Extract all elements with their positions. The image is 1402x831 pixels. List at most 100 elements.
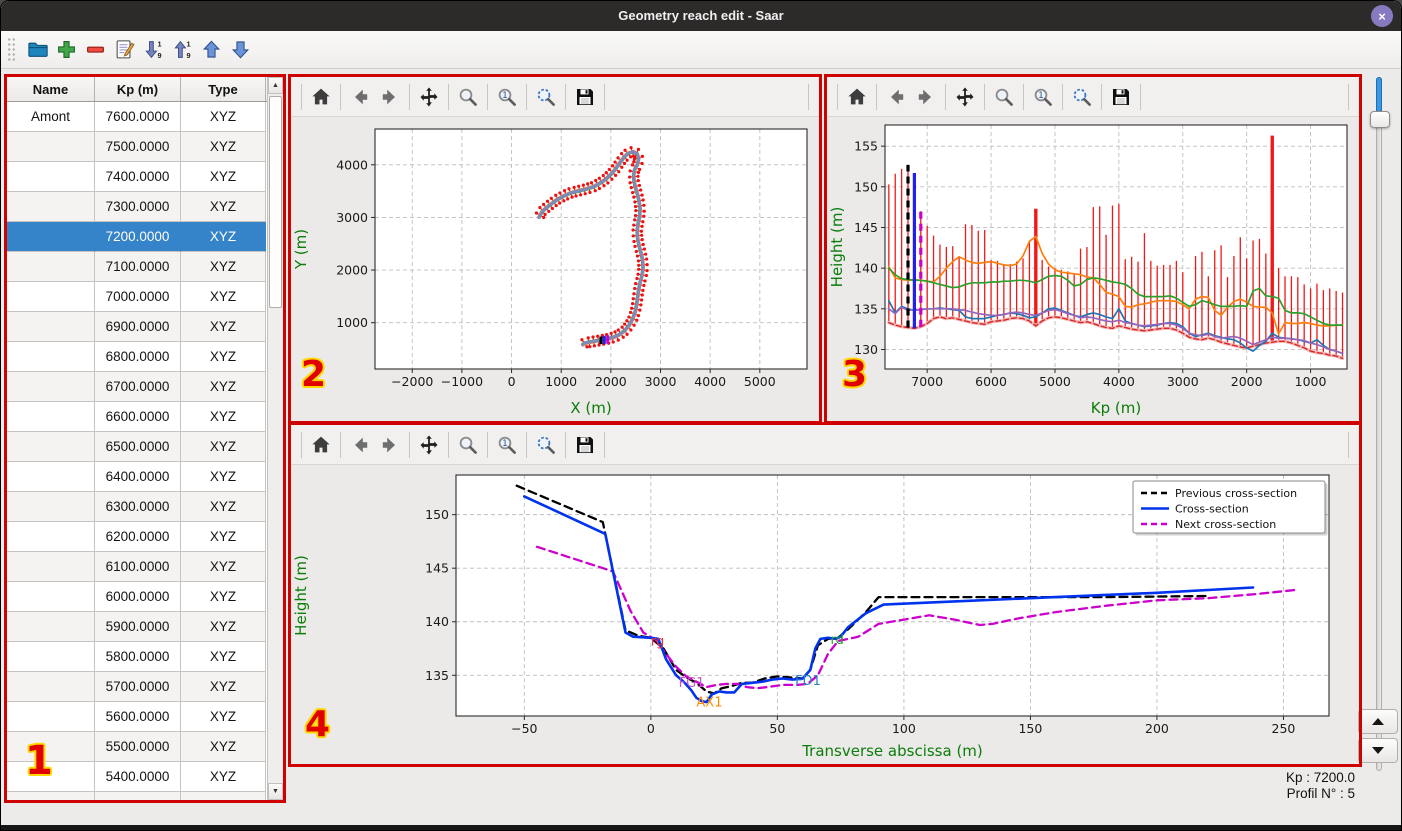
column-header-kp-m[interactable]: Kp (m) — [95, 77, 181, 101]
back-button[interactable] — [345, 82, 375, 112]
x-tick-label: 7000 — [911, 374, 943, 389]
save-button[interactable] — [570, 82, 600, 112]
legend-label: Next cross-section — [1175, 518, 1276, 531]
edit-profile-button[interactable] — [111, 36, 138, 63]
next-profile-button[interactable] — [1358, 738, 1398, 763]
previous-profile-button[interactable] — [1358, 709, 1398, 734]
scroll-down-button[interactable]: ▼ — [268, 783, 283, 800]
home-button[interactable] — [306, 82, 336, 112]
longitudinal-profile-panel: 1 7000 6000 5000 4000 3000 2000 1000 130 135 140 1… — [824, 74, 1362, 424]
home-button[interactable] — [306, 430, 336, 460]
table-row[interactable]: Amont 7600.0000 XYZ — [7, 102, 283, 132]
slider-handle[interactable] — [1370, 111, 1390, 128]
toolbar-grip[interactable] — [7, 36, 16, 63]
cell-empty — [95, 792, 181, 800]
cell-type: XYZ — [181, 702, 266, 732]
table-row[interactable]: 7200.0000 XYZ — [7, 222, 283, 252]
zoom-extents-button[interactable] — [1067, 82, 1097, 112]
table-row[interactable]: 5400.0000 XYZ — [7, 762, 283, 792]
magnifier-icon — [993, 86, 1015, 108]
cell-type: XYZ — [181, 342, 266, 372]
x-tick-label: −2000 — [391, 374, 433, 389]
zoom-one-button[interactable]: 1 — [492, 82, 522, 112]
y-tick-label: 150 — [854, 179, 878, 194]
toolbar-separator — [1062, 83, 1063, 110]
save-button[interactable] — [1106, 82, 1136, 112]
point-label-fg1: FG1 — [679, 676, 705, 691]
table-row[interactable]: 7100.0000 XYZ — [7, 252, 283, 282]
cell-type: XYZ — [181, 762, 266, 792]
plus-icon — [56, 39, 77, 60]
add-profile-button[interactable] — [53, 36, 80, 63]
longitudinal-profile-plot[interactable]: 7000 6000 5000 4000 3000 2000 1000 130 135 140 145… — [827, 117, 1359, 421]
scroll-up-button[interactable]: ▲ — [268, 77, 283, 94]
home-button[interactable] — [842, 82, 872, 112]
profiles-panel: Name Kp (m) Type Amont 7600.0000 XYZ 7500.000… — [4, 74, 286, 803]
plan-view-plot[interactable]: −2000 −1000 0 1000 2000 3000 4000 5000 1000 2000 3… — [291, 117, 819, 421]
table-row[interactable]: 5800.0000 XYZ — [7, 642, 283, 672]
forward-button[interactable] — [375, 82, 405, 112]
table-row[interactable]: 6900.0000 XYZ — [7, 312, 283, 342]
table-row[interactable]: 6200.0000 XYZ — [7, 522, 283, 552]
table-row[interactable]: 7400.0000 XYZ — [7, 162, 283, 192]
table-row[interactable]: 6700.0000 XYZ — [7, 372, 283, 402]
move-up-button[interactable] — [198, 36, 225, 63]
table-row[interactable]: 5500.0000 XYZ — [7, 732, 283, 762]
cross-section-plot[interactable]: rg rd FG1 FD1 AX1 Previous cross-section Cross… — [291, 465, 1359, 764]
table-row[interactable]: 7500.0000 XYZ — [7, 132, 283, 162]
table-scrollbar[interactable]: ▲ ▼ — [267, 77, 283, 800]
back-button[interactable] — [345, 430, 375, 460]
sort-descending-button[interactable]: 19 — [140, 36, 167, 63]
titlebar[interactable]: Geometry reach edit - Saar × — [1, 1, 1401, 31]
table-row[interactable]: 7300.0000 XYZ — [7, 192, 283, 222]
slider-track[interactable] — [1376, 77, 1382, 771]
zoom-button[interactable] — [989, 82, 1019, 112]
zoom-button[interactable] — [453, 82, 483, 112]
table-row[interactable]: 5900.0000 XYZ — [7, 612, 283, 642]
save-button[interactable] — [570, 430, 600, 460]
zoom-one-button[interactable]: 1 — [1028, 82, 1058, 112]
delete-profile-button[interactable] — [82, 36, 109, 63]
zoom-one-button[interactable]: 1 — [492, 430, 522, 460]
toolbar-separator — [808, 83, 809, 110]
toolbar-separator — [526, 83, 527, 110]
table-row[interactable]: 5600.0000 XYZ — [7, 702, 283, 732]
pan-icon — [418, 434, 440, 456]
cell-type: XYZ — [181, 672, 266, 702]
table-row[interactable]: 6100.0000 XYZ — [7, 552, 283, 582]
open-button[interactable] — [24, 36, 51, 63]
table-row[interactable]: 6500.0000 XYZ — [7, 432, 283, 462]
column-header-name[interactable]: Name — [7, 77, 95, 101]
scrollbar-thumb[interactable] — [269, 96, 282, 308]
sort-ascending-button[interactable]: 19 — [169, 36, 196, 63]
zoom-extents-button[interactable] — [531, 82, 561, 112]
table-row[interactable]: 6400.0000 XYZ — [7, 462, 283, 492]
point-label-rd: rd — [831, 633, 844, 648]
svg-text:1: 1 — [1038, 91, 1043, 101]
table-row[interactable]: 6000.0000 XYZ — [7, 582, 283, 612]
table-row-partial[interactable] — [7, 792, 283, 800]
arrow-left-icon — [349, 434, 371, 456]
cell-kp: 6100.0000 — [95, 552, 181, 582]
table-row[interactable]: 6300.0000 XYZ — [7, 492, 283, 522]
column-header-type[interactable]: Type — [181, 77, 266, 101]
pan-button[interactable] — [414, 82, 444, 112]
forward-button[interactable] — [911, 82, 941, 112]
profile-slider[interactable] — [1369, 77, 1390, 771]
pan-button[interactable] — [950, 82, 980, 112]
back-button[interactable] — [881, 82, 911, 112]
table-row[interactable]: 6800.0000 XYZ — [7, 342, 283, 372]
pan-button[interactable] — [414, 430, 444, 460]
floppy-icon — [1110, 86, 1132, 108]
table-row[interactable]: 5700.0000 XYZ — [7, 672, 283, 702]
close-button[interactable]: × — [1371, 5, 1393, 27]
move-down-button[interactable] — [227, 36, 254, 63]
zoom-button[interactable] — [453, 430, 483, 460]
zoom-extents-button[interactable] — [531, 430, 561, 460]
table-body: Amont 7600.0000 XYZ 7500.0000 XYZ 7400.0000 XY… — [7, 102, 283, 800]
table-row[interactable]: 6600.0000 XYZ — [7, 402, 283, 432]
table-row[interactable]: 7000.0000 XYZ — [7, 282, 283, 312]
svg-text:9: 9 — [186, 51, 190, 60]
forward-button[interactable] — [375, 430, 405, 460]
cell-name — [7, 462, 95, 492]
